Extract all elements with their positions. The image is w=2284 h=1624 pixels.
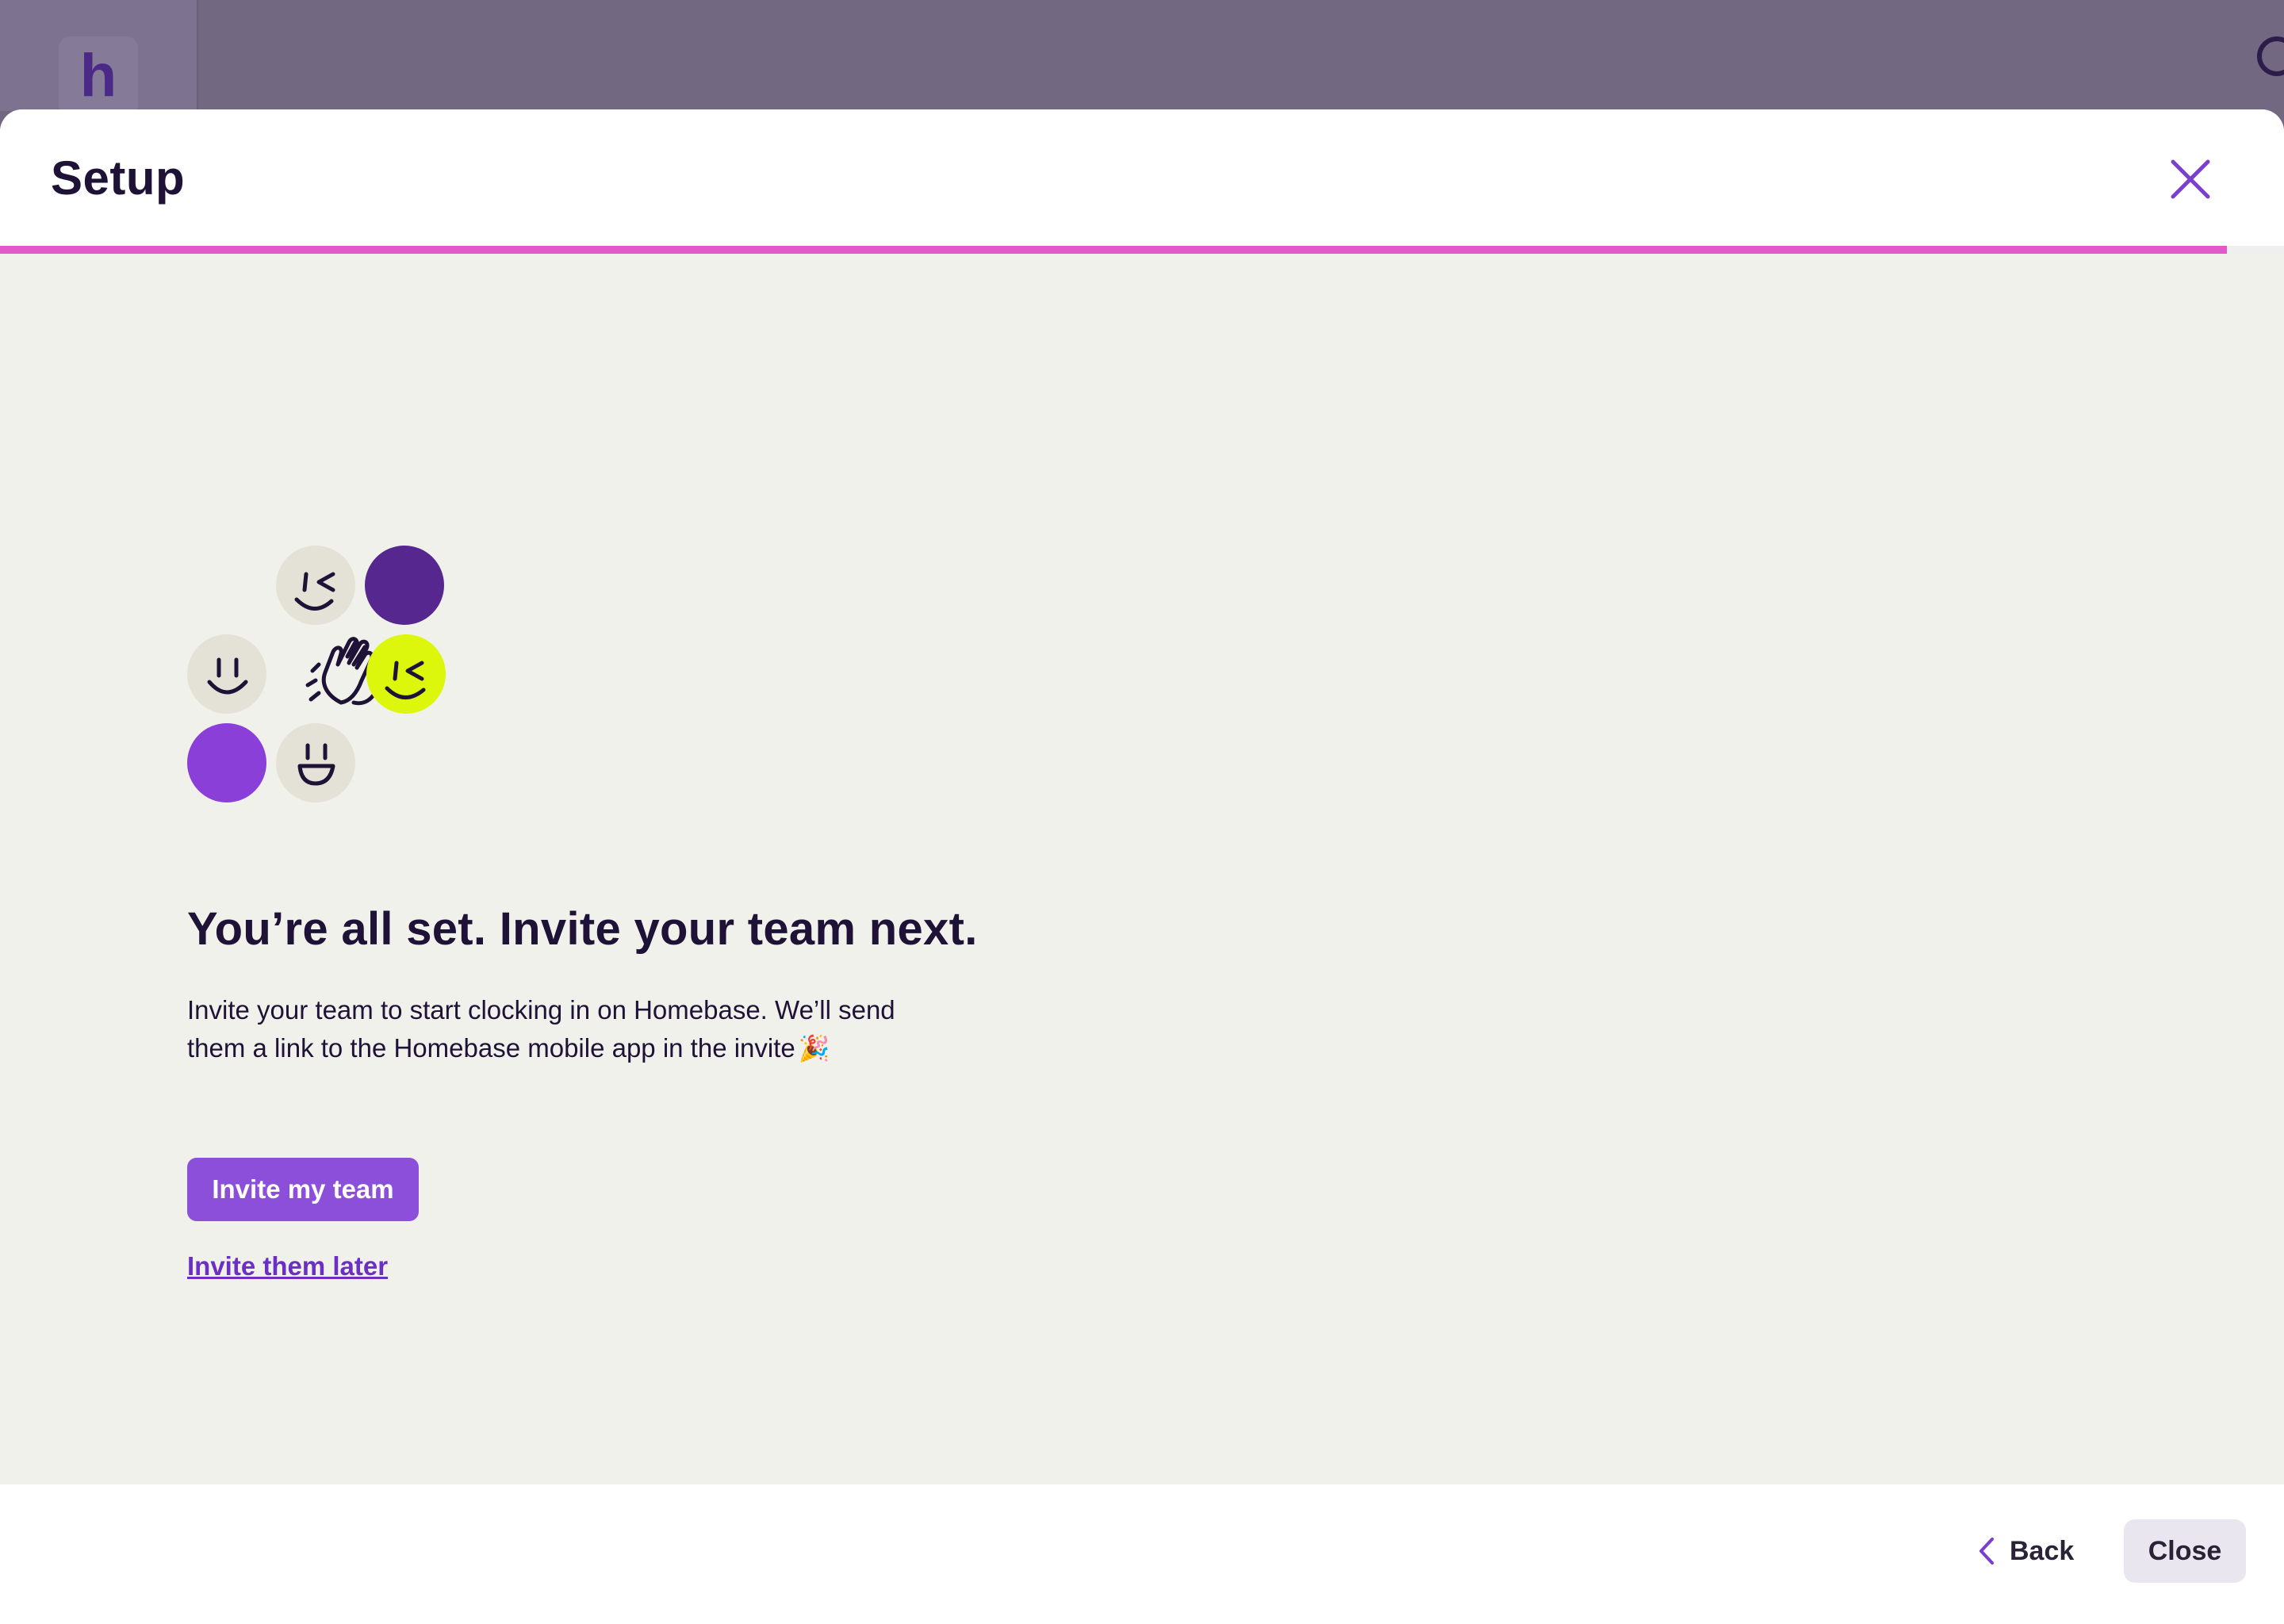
winking-face-icon — [276, 546, 355, 625]
invite-my-team-button[interactable]: Invite my team — [187, 1158, 419, 1221]
invite-them-later-link[interactable]: Invite them later — [187, 1251, 388, 1281]
modal-footer: Back Close — [0, 1484, 2284, 1624]
setup-progress-bar — [0, 246, 2284, 254]
smiling-face-icon — [187, 634, 266, 714]
party-popper-icon: 🎉 — [798, 1034, 830, 1063]
close-icon[interactable] — [2168, 157, 2213, 201]
grinning-face-icon — [276, 723, 355, 802]
invite-description: Invite your team to start clocking in on… — [187, 991, 964, 1067]
setup-progress-fill — [0, 246, 2227, 254]
team-faces-illustration — [187, 546, 446, 802]
back-button-label: Back — [2010, 1535, 2075, 1566]
chevron-left-icon — [1979, 1538, 1994, 1565]
close-button[interactable]: Close — [2124, 1519, 2246, 1583]
modal-header: Setup — [0, 109, 2284, 246]
homebase-logo: h — [59, 36, 138, 116]
invite-description-line2: them a link to the Homebase mobile app i… — [187, 1033, 795, 1063]
background-user-icon — [2257, 36, 2284, 76]
back-button[interactable]: Back — [1968, 1519, 2083, 1583]
dark-purple-circle — [365, 546, 444, 625]
modal-title: Setup — [51, 151, 186, 205]
setup-modal: Setup You’re all set. Invite your team n… — [0, 109, 2284, 1624]
invite-description-line1: Invite your team to start clocking in on… — [187, 995, 895, 1025]
lime-winking-face-icon — [366, 634, 446, 714]
completion-headline: You’re all set. Invite your team next. — [187, 903, 978, 955]
purple-circle — [187, 723, 266, 802]
setup-complete-panel: You’re all set. Invite your team next. I… — [0, 254, 2284, 1484]
